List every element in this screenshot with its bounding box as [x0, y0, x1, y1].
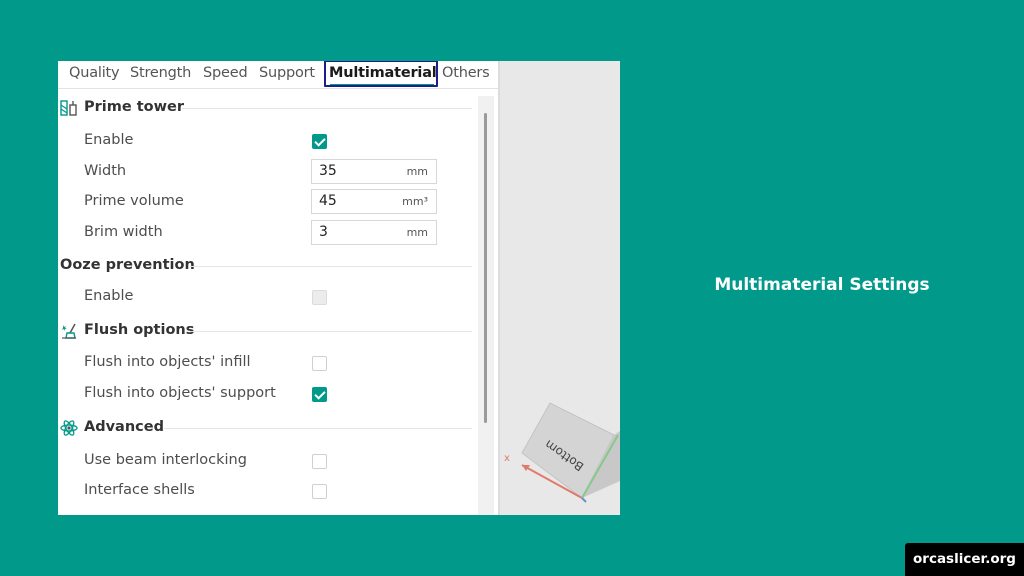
- brim-width-value: 3: [319, 224, 328, 240]
- section-divider: [182, 108, 472, 109]
- tab-support[interactable]: Support: [259, 65, 315, 81]
- site-badge: orcaslicer.org: [905, 543, 1024, 576]
- prime-tower-width-label: Width: [84, 163, 127, 179]
- flush-support-label: Flush into objects' support: [84, 385, 276, 401]
- ooze-enable-checkbox[interactable]: [312, 290, 327, 305]
- prime-volume-field[interactable]: 45 mm³: [311, 189, 437, 214]
- ooze-enable-label: Enable: [84, 288, 134, 304]
- section-divider: [190, 331, 472, 332]
- flush-brush-icon: [62, 323, 76, 339]
- tab-speed[interactable]: Speed: [203, 65, 248, 81]
- section-title-advanced: Advanced: [84, 419, 164, 435]
- flush-infill-label: Flush into objects' infill: [84, 354, 251, 370]
- settings-tab-bar: Quality Strength Speed Support Multimate…: [58, 61, 498, 89]
- tab-highlight-box: [324, 61, 438, 87]
- brim-width-unit: mm: [406, 226, 428, 239]
- section-title-ooze-prevention: Ooze prevention: [60, 257, 195, 273]
- beam-interlocking-checkbox[interactable]: [312, 454, 327, 469]
- x-axis-label: x: [504, 453, 510, 464]
- brim-width-label: Brim width: [84, 224, 163, 240]
- tab-others[interactable]: Others: [442, 65, 490, 81]
- section-title-flush-options: Flush options: [84, 322, 195, 338]
- view-cube[interactable]: Bottom x: [500, 61, 620, 515]
- section-divider: [164, 428, 472, 429]
- prime-tower-enable-checkbox[interactable]: [312, 134, 327, 149]
- settings-screenshot: Quality Strength Speed Support Multimate…: [58, 61, 620, 515]
- atom-icon: [60, 420, 78, 436]
- scrollbar-thumb[interactable]: [484, 113, 487, 423]
- prime-tower-width-field[interactable]: 35 mm: [311, 159, 437, 184]
- section-title-prime-tower: Prime tower: [84, 99, 185, 115]
- tab-quality[interactable]: Quality: [69, 65, 120, 81]
- prime-tower-icon: [60, 100, 77, 116]
- prime-volume-label: Prime volume: [84, 193, 184, 209]
- beam-interlocking-label: Use beam interlocking: [84, 452, 247, 468]
- prime-volume-unit: mm³: [402, 195, 428, 208]
- prime-tower-enable-label: Enable: [84, 132, 134, 148]
- multimaterial-panel: Prime tower Enable Width 35 mm Prime vol…: [58, 89, 478, 515]
- slide-title: Multimaterial Settings: [714, 275, 930, 295]
- site-url: orcaslicer.org: [913, 551, 1016, 567]
- interface-shells-label: Interface shells: [84, 482, 195, 498]
- prime-volume-value: 45: [319, 193, 337, 209]
- prime-tower-width-unit: mm: [406, 165, 428, 178]
- tab-strength[interactable]: Strength: [130, 65, 191, 81]
- flush-support-checkbox[interactable]: [312, 387, 327, 402]
- flush-infill-checkbox[interactable]: [312, 356, 327, 371]
- brim-width-field[interactable]: 3 mm: [311, 220, 437, 245]
- interface-shells-checkbox[interactable]: [312, 484, 327, 499]
- prime-tower-width-value: 35: [319, 163, 337, 179]
- section-divider: [190, 266, 472, 267]
